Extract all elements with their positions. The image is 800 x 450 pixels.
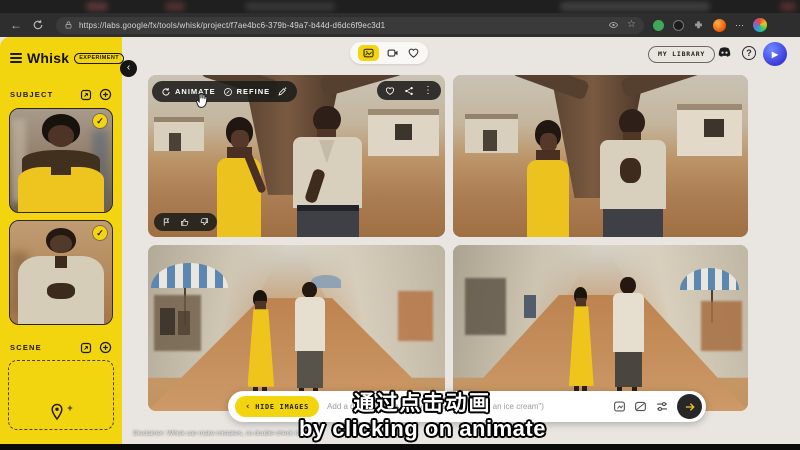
more-options-icon[interactable]: ⋮ xyxy=(423,86,433,96)
subtitle-english: by clicking on animate xyxy=(45,416,800,442)
subject-replace-image-icon[interactable] xyxy=(80,89,92,101)
help-icon[interactable]: ? xyxy=(742,46,756,60)
experiment-badge: EXPERIMENT xyxy=(74,53,124,64)
mode-switcher xyxy=(350,42,428,64)
address-bar[interactable]: https://labs.google/fx/tools/whisk/proje… xyxy=(56,17,644,34)
menu-icon[interactable] xyxy=(10,53,22,63)
subject-card-woman[interactable]: ✓ xyxy=(9,108,113,213)
subject-selected-check-icon[interactable]: ✓ xyxy=(93,226,107,240)
my-library-button[interactable]: MY LIBRARY xyxy=(648,46,715,63)
like-heart-icon[interactable] xyxy=(385,86,395,96)
image-mode-icon[interactable] xyxy=(358,45,379,61)
url-text: https://labs.google/fx/tools/whisk/proje… xyxy=(79,21,600,30)
lock-icon xyxy=(64,20,73,30)
user-avatar[interactable]: ▶ xyxy=(763,42,787,66)
image-toolbar: ANIMATE REFINE xyxy=(152,81,297,102)
browser-menu-icon[interactable]: ⋯ xyxy=(735,20,744,31)
bookmark-star-icon[interactable]: ☆ xyxy=(627,20,636,30)
browser-logo-icon[interactable] xyxy=(713,19,726,32)
flag-icon[interactable] xyxy=(162,217,171,227)
browser-tab-strip[interactable] xyxy=(0,0,800,13)
thumb-up-icon[interactable] xyxy=(180,217,190,227)
password-eye-icon[interactable] xyxy=(608,20,619,30)
refine-button[interactable]: REFINE xyxy=(223,87,271,97)
scene-replace-image-icon[interactable] xyxy=(80,342,92,354)
browser-profile-avatar[interactable] xyxy=(753,18,767,32)
subject-selected-check-icon[interactable]: ✓ xyxy=(93,114,107,128)
favorites-heart-icon[interactable] xyxy=(407,47,420,59)
sidebar-collapse-button[interactable]: ‹ xyxy=(120,60,137,77)
thumb-down-icon[interactable] xyxy=(199,217,209,227)
feedback-actions xyxy=(154,213,217,231)
generated-image-2[interactable] xyxy=(453,75,748,237)
reload-icon[interactable] xyxy=(32,19,44,31)
cursor-hand-icon xyxy=(194,91,211,109)
subtitle-chinese: 通过点击动画 xyxy=(45,387,800,417)
back-icon[interactable]: ← xyxy=(10,19,22,31)
discord-icon[interactable] xyxy=(716,46,733,60)
share-icon[interactable] xyxy=(404,86,414,96)
scene-add-icon[interactable] xyxy=(99,341,112,354)
subject-card-man[interactable]: ✓ xyxy=(9,220,113,325)
animate-icon xyxy=(161,87,171,97)
whisk-app-screenshot: ← https://labs.google/fx/tools/whisk/pro… xyxy=(0,0,800,450)
bottom-black-strip xyxy=(0,444,800,450)
generated-image-1[interactable]: ANIMATE REFINE ⋮ xyxy=(148,75,445,237)
browser-address-row: ← https://labs.google/fx/tools/whisk/pro… xyxy=(0,13,800,37)
scene-section-label: SCENE xyxy=(10,343,73,352)
extension-icon-green[interactable] xyxy=(653,20,664,31)
extension-icon-dark[interactable] xyxy=(673,20,684,31)
edit-prompt-icon[interactable] xyxy=(277,86,288,97)
subject-section-label: SUBJECT xyxy=(10,90,73,99)
extensions-puzzle-icon[interactable] xyxy=(693,20,704,31)
subject-add-icon[interactable] xyxy=(99,88,112,101)
app-title: Whisk xyxy=(27,50,69,66)
video-mode-icon[interactable] xyxy=(386,47,400,59)
image-actions: ⋮ xyxy=(377,81,441,100)
refine-icon xyxy=(223,87,233,97)
browser-chrome: ← https://labs.google/fx/tools/whisk/pro… xyxy=(0,0,800,37)
